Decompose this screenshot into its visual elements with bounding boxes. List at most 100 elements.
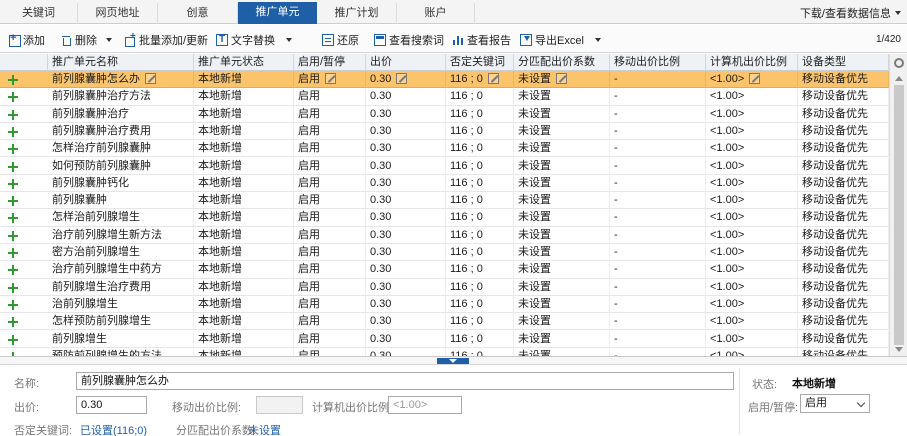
table-row[interactable]: 前列腺囊肿治疗方法 本地新增 启用 0.30 116 ; 0 未设置 - <1.00> 移动设备… xyxy=(0,88,889,106)
edit-pencil-icon[interactable] xyxy=(487,73,499,84)
edit-pencil-icon[interactable] xyxy=(396,73,408,84)
cell-pc-bid-ratio[interactable]: <1.00> xyxy=(706,295,798,313)
cell-bid[interactable]: 0.30 xyxy=(366,88,446,106)
cell-pc-bid-ratio[interactable]: <1.00> xyxy=(706,278,798,296)
cell-negative-keywords[interactable]: 116 ; 0 xyxy=(446,244,514,261)
cell-negative-keywords[interactable]: 116 ; 0 xyxy=(446,313,514,331)
tab-creative[interactable]: 创意 xyxy=(158,3,238,24)
cell-device-type[interactable]: 移动设备优先 xyxy=(798,295,889,313)
cell-mobile-bid-ratio[interactable]: - xyxy=(610,226,706,244)
add-keyword-plus-icon[interactable] xyxy=(8,213,18,224)
cell-name[interactable]: 治前列腺增生 xyxy=(48,295,194,313)
add-button[interactable]: 添加 xyxy=(8,32,45,48)
cell-match-bid-factor[interactable]: 未设置 xyxy=(514,174,610,192)
cell-bid[interactable]: 0.30 xyxy=(366,71,446,88)
cell-pc-bid-ratio[interactable]: <1.00> xyxy=(706,122,798,140)
cell-pc-bid-ratio[interactable]: <1.00> xyxy=(706,261,798,279)
tab-keywords[interactable]: 关键词 xyxy=(0,3,78,24)
cell-pc-bid-ratio[interactable]: <1.00> xyxy=(706,244,798,261)
cell-device-type[interactable]: 移动设备优先 xyxy=(798,105,889,123)
add-keyword-plus-icon[interactable] xyxy=(8,265,18,276)
cell-match-bid-factor[interactable]: 未设置 xyxy=(514,140,610,158)
cell-enabled[interactable]: 启用 xyxy=(294,71,366,88)
table-row[interactable]: 预防前列腺增生的方法 本地新增 启用 0.30 116 ; 0 未设置 - <1.00> 移动设… xyxy=(0,347,889,356)
cell-mobile-bid-ratio[interactable]: - xyxy=(610,192,706,210)
cell-bid[interactable]: 0.30 xyxy=(366,295,446,313)
cell-match-bid-factor[interactable]: 未设置 xyxy=(514,71,610,88)
add-keyword-plus-icon[interactable] xyxy=(8,230,18,241)
scroll-up-icon[interactable] xyxy=(895,76,903,81)
gear-icon[interactable] xyxy=(894,58,904,68)
cell-negative-keywords[interactable]: 116 ; 0 xyxy=(446,157,514,175)
cell-bid[interactable]: 0.30 xyxy=(366,157,446,175)
cell-negative-keywords[interactable]: 116 ; 0 xyxy=(446,330,514,348)
cell-device-type[interactable]: 移动设备优先 xyxy=(798,71,889,88)
cell-enabled[interactable]: 启用 xyxy=(294,295,366,313)
add-keyword-plus-icon[interactable] xyxy=(8,126,18,137)
table-row[interactable]: 前列腺增生治疗费用 本地新增 启用 0.30 116 ; 0 未设置 - <1.00> 移动设备… xyxy=(0,278,889,296)
table-row[interactable]: 前列腺囊肿钙化 本地新增 启用 0.30 116 ; 0 未设置 - <1.00> 移动设备优先 xyxy=(0,174,889,193)
cell-negative-keywords[interactable]: 116 ; 0 xyxy=(446,278,514,296)
view-search-terms-button[interactable]: 查看搜索词 xyxy=(374,32,444,48)
table-row[interactable]: 怎样预防前列腺增生 本地新增 启用 0.30 116 ; 0 未设置 - <1.00> 移动设备… xyxy=(0,313,889,331)
cell-pc-bid-ratio[interactable]: <1.00> xyxy=(706,105,798,123)
cell-bid[interactable]: 0.30 xyxy=(366,261,446,279)
cell-mobile-bid-ratio[interactable]: - xyxy=(610,278,706,296)
cell-match-bid-factor[interactable]: 未设置 xyxy=(514,244,610,261)
add-keyword-plus-icon[interactable] xyxy=(8,92,18,103)
cell-status[interactable]: 本地新增 xyxy=(194,71,294,88)
table-row[interactable]: 治疗前列腺增生新方法 本地新增 启用 0.30 116 ; 0 未设置 - <1.00> 移动设… xyxy=(0,226,889,244)
cell-mobile-bid-ratio[interactable]: - xyxy=(610,71,706,88)
edit-pencil-icon[interactable] xyxy=(749,73,761,84)
cell-device-type[interactable]: 移动设备优先 xyxy=(798,157,889,175)
cell-bid[interactable]: 0.30 xyxy=(366,330,446,348)
cell-mobile-bid-ratio[interactable]: - xyxy=(610,88,706,106)
export-excel-button[interactable]: 导出Excel xyxy=(520,32,601,48)
cell-negative-keywords[interactable]: 116 ; 0 xyxy=(446,71,514,88)
download-data-menu[interactable]: 下载/查看数据信息 xyxy=(800,5,901,21)
cell-enabled[interactable]: 启用 xyxy=(294,278,366,296)
table-row[interactable]: 治前列腺增生 本地新增 启用 0.30 116 ; 0 未设置 - <1.00> 移动设备优先 xyxy=(0,295,889,314)
cell-status[interactable]: 本地新增 xyxy=(194,278,294,296)
table-row[interactable]: 怎样治前列腺增生 本地新增 启用 0.30 116 ; 0 未设置 - <1.00> 移动设备优… xyxy=(0,209,889,227)
tab-account[interactable]: 账户 xyxy=(397,3,475,24)
cell-status[interactable]: 本地新增 xyxy=(194,157,294,175)
add-keyword-plus-icon[interactable] xyxy=(8,178,18,189)
cell-negative-keywords[interactable]: 116 ; 0 xyxy=(446,140,514,158)
cell-bid[interactable]: 0.30 xyxy=(366,313,446,331)
cell-device-type[interactable]: 移动设备优先 xyxy=(798,330,889,348)
mobile-bid-ratio-input[interactable] xyxy=(256,396,303,414)
cell-enabled[interactable]: 启用 xyxy=(294,105,366,123)
cell-pc-bid-ratio[interactable]: <1.00> xyxy=(706,71,798,88)
pc-bid-ratio-input[interactable]: <1.00> xyxy=(388,396,462,414)
cell-pc-bid-ratio[interactable]: <1.00> xyxy=(706,313,798,331)
cell-enabled[interactable]: 启用 xyxy=(294,192,366,210)
cell-match-bid-factor[interactable]: 未设置 xyxy=(514,157,610,175)
cell-name[interactable]: 前列腺增生 xyxy=(48,330,194,348)
pane-splitter[interactable] xyxy=(0,357,907,365)
cell-device-type[interactable]: 移动设备优先 xyxy=(798,140,889,158)
cell-name[interactable]: 怎样治前列腺增生 xyxy=(48,209,194,227)
cell-pc-bid-ratio[interactable]: <1.00> xyxy=(706,330,798,348)
cell-device-type[interactable]: 移动设备优先 xyxy=(798,209,889,227)
add-keyword-plus-icon[interactable] xyxy=(8,75,18,85)
cell-negative-keywords[interactable]: 116 ; 0 xyxy=(446,105,514,123)
cell-bid[interactable]: 0.30 xyxy=(366,122,446,140)
cell-status[interactable]: 本地新增 xyxy=(194,209,294,227)
cell-match-bid-factor[interactable]: 未设置 xyxy=(514,105,610,123)
text-replace-button[interactable]: 文字替换 xyxy=(216,32,292,48)
cell-name[interactable]: 治疗前列腺增生新方法 xyxy=(48,226,194,244)
cell-status[interactable]: 本地新增 xyxy=(194,313,294,331)
restore-button[interactable]: 还原 xyxy=(322,32,359,48)
cell-pc-bid-ratio[interactable]: <1.00> xyxy=(706,140,798,158)
table-row[interactable]: 前列腺囊肿怎么办 本地新增 启用 0.30 116 ; 0 未设置 - <1.00> 移动设备优… xyxy=(0,71,889,89)
cell-match-bid-factor[interactable]: 未设置 xyxy=(514,226,610,244)
cell-name[interactable]: 治疗前列腺增生中药方 xyxy=(48,261,194,279)
cell-device-type[interactable]: 移动设备优先 xyxy=(798,261,889,279)
batch-add-update-button[interactable]: 批量添加/更新 xyxy=(124,31,208,48)
collapse-pane-handle[interactable] xyxy=(437,358,469,364)
cell-device-type[interactable]: 移动设备优先 xyxy=(798,226,889,244)
match-bid-factor-link[interactable]: 未设置 xyxy=(248,422,281,436)
tab-ad-groups[interactable]: 推广单元 xyxy=(238,2,317,24)
edit-pencil-icon[interactable] xyxy=(556,73,567,84)
